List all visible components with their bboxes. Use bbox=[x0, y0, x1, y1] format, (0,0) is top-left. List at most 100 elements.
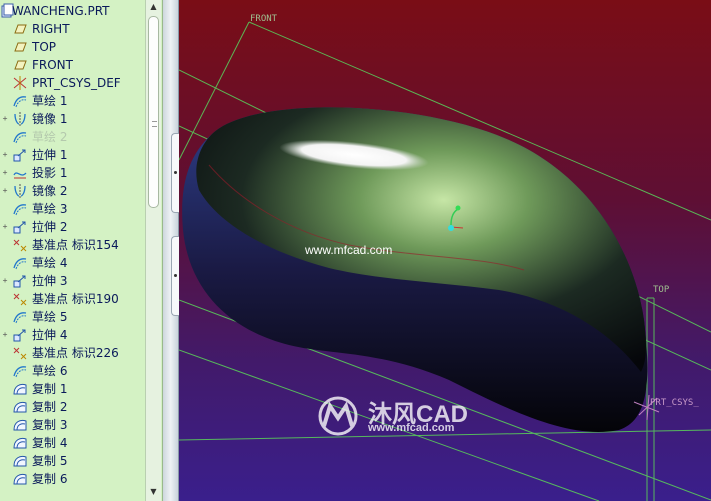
sketch-icon bbox=[12, 201, 28, 217]
tree-item[interactable]: + 拉伸 2 bbox=[0, 218, 145, 236]
tree-item-label: 草绘 2 bbox=[32, 130, 68, 144]
datum-plane-icon bbox=[12, 57, 28, 73]
tree-item[interactable]: + 镜像 1 bbox=[0, 110, 145, 128]
tree-item-label: 复制 1 bbox=[32, 382, 68, 396]
datum-point-icon bbox=[12, 237, 28, 253]
copy-surface-icon bbox=[12, 471, 28, 487]
copy-surface-icon bbox=[12, 453, 28, 469]
tree-item[interactable]: 基准点 标识190 bbox=[0, 290, 145, 308]
tree-item-label: 复制 5 bbox=[32, 454, 68, 468]
tree-item[interactable]: 复制 1 bbox=[0, 380, 145, 398]
extrude-icon bbox=[12, 147, 28, 163]
datum-point-icon bbox=[12, 291, 28, 307]
tree-root-part[interactable]: WANCHENG.PRT bbox=[0, 2, 145, 20]
tree-item-label: 草绘 1 bbox=[32, 94, 68, 108]
expand-plus-icon[interactable]: + bbox=[1, 115, 9, 123]
tree-item[interactable]: 草绘 2 bbox=[0, 128, 145, 146]
tree-item[interactable]: 基准点 标识154 bbox=[0, 236, 145, 254]
tree-item[interactable]: + 投影 1 bbox=[0, 164, 145, 182]
datum-label-csys: PRT_CSYS_ bbox=[650, 398, 699, 408]
model-tree: WANCHENG.PRT RIGHT TOP FRONT PRT_CSYS_DEF 草绘… bbox=[0, 2, 145, 488]
copy-surface-icon bbox=[12, 399, 28, 415]
tree-item-label: TOP bbox=[32, 40, 57, 54]
tree-item[interactable]: 复制 4 bbox=[0, 434, 145, 452]
expand-plus-icon[interactable]: + bbox=[1, 187, 9, 195]
tree-item[interactable]: + 拉伸 3 bbox=[0, 272, 145, 290]
extrude-icon bbox=[12, 219, 28, 235]
tree-item[interactable]: 复制 6 bbox=[0, 470, 145, 488]
tree-item[interactable]: 复制 2 bbox=[0, 398, 145, 416]
extrude-icon bbox=[12, 273, 28, 289]
copy-surface-icon bbox=[12, 417, 28, 433]
tree-item-label: PRT_CSYS_DEF bbox=[32, 76, 121, 90]
expand-plus-icon[interactable]: + bbox=[1, 331, 9, 339]
tree-item[interactable]: 草绘 1 bbox=[0, 92, 145, 110]
tree-item[interactable]: + 镜像 2 bbox=[0, 182, 145, 200]
extrude-icon bbox=[12, 327, 28, 343]
copy-surface-icon bbox=[12, 381, 28, 397]
tree-item-label: 基准点 标识190 bbox=[32, 292, 119, 306]
tree-item-label: 草绘 6 bbox=[32, 364, 68, 378]
tree-item[interactable]: RIGHT bbox=[0, 20, 145, 38]
tree-item[interactable]: + 拉伸 1 bbox=[0, 146, 145, 164]
projection-icon bbox=[12, 165, 28, 181]
expand-plus-icon[interactable]: + bbox=[1, 169, 9, 177]
scroll-down-arrow-icon[interactable]: ▼ bbox=[146, 485, 161, 499]
tree-item[interactable]: 草绘 6 bbox=[0, 362, 145, 380]
tree-item[interactable]: 基准点 标识226 bbox=[0, 344, 145, 362]
tree-root-label: WANCHENG.PRT bbox=[12, 4, 110, 18]
tree-item-label: RIGHT bbox=[32, 22, 70, 36]
sketch-icon bbox=[12, 255, 28, 271]
datum-plane-icon bbox=[12, 21, 28, 37]
tree-item-label: 复制 3 bbox=[32, 418, 68, 432]
collapse-tab-lower[interactable] bbox=[171, 236, 179, 316]
panel-splitter[interactable] bbox=[163, 0, 179, 501]
tree-item-label: 复制 6 bbox=[32, 472, 68, 486]
mirror-icon bbox=[12, 111, 28, 127]
tree-item[interactable]: 复制 5 bbox=[0, 452, 145, 470]
datum-label-front: FRONT bbox=[250, 14, 278, 24]
tree-item-label: 基准点 标识154 bbox=[32, 238, 119, 252]
tree-item-label: 基准点 标识226 bbox=[32, 346, 119, 360]
scroll-grip-icon bbox=[152, 121, 157, 127]
datum-plane-icon bbox=[12, 39, 28, 55]
tree-item-label: 投影 1 bbox=[32, 166, 68, 180]
tree-item-label: 镜像 1 bbox=[32, 112, 68, 126]
tree-item[interactable]: + 拉伸 4 bbox=[0, 326, 145, 344]
tree-item[interactable]: 草绘 3 bbox=[0, 200, 145, 218]
tree-item[interactable]: 草绘 5 bbox=[0, 308, 145, 326]
tree-item-label: 草绘 4 bbox=[32, 256, 68, 270]
expand-plus-icon[interactable]: + bbox=[1, 151, 9, 159]
tree-item-label: 草绘 5 bbox=[32, 310, 68, 324]
tree-item-label: 草绘 3 bbox=[32, 202, 68, 216]
mirror-icon bbox=[12, 183, 28, 199]
logo-url-text: www.mfcad.com bbox=[368, 422, 455, 434]
graphics-viewport[interactable]: FRONT TOP PRT_CSYS_ www.mfcad.com 沐风CAD … bbox=[179, 0, 711, 501]
tree-item[interactable]: TOP bbox=[0, 38, 145, 56]
tree-item-label: 拉伸 3 bbox=[32, 274, 68, 288]
tree-item[interactable]: 复制 3 bbox=[0, 416, 145, 434]
expand-plus-icon[interactable]: + bbox=[1, 277, 9, 285]
watermark-url-text: www.mfcad.com bbox=[305, 243, 393, 257]
grip-dot-icon bbox=[174, 274, 177, 277]
tree-item-label: 复制 4 bbox=[32, 436, 68, 450]
collapse-tab-upper[interactable] bbox=[171, 133, 179, 213]
copy-surface-icon bbox=[12, 435, 28, 451]
sketch-icon bbox=[12, 309, 28, 325]
sketch-icon bbox=[12, 93, 28, 109]
scroll-up-arrow-icon[interactable]: ▲ bbox=[146, 0, 161, 14]
datum-label-top: TOP bbox=[653, 285, 670, 295]
mfcad-logo: 沐风CAD www.mfcad.com bbox=[316, 392, 496, 440]
tree-item-label: FRONT bbox=[32, 58, 73, 72]
scroll-thumb[interactable] bbox=[148, 16, 159, 208]
expand-plus-icon[interactable]: + bbox=[1, 223, 9, 231]
tree-item-label: 拉伸 2 bbox=[32, 220, 68, 234]
tree-scrollbar[interactable]: ▲ ▼ bbox=[145, 0, 161, 501]
tree-item-label: 复制 2 bbox=[32, 400, 68, 414]
tree-item[interactable]: FRONT bbox=[0, 56, 145, 74]
tree-item[interactable]: 草绘 4 bbox=[0, 254, 145, 272]
mouse-body-model bbox=[182, 107, 648, 432]
tree-item[interactable]: PRT_CSYS_DEF bbox=[0, 74, 145, 92]
tree-item-label: 拉伸 4 bbox=[32, 328, 68, 342]
tree-item-label: 拉伸 1 bbox=[32, 148, 68, 162]
